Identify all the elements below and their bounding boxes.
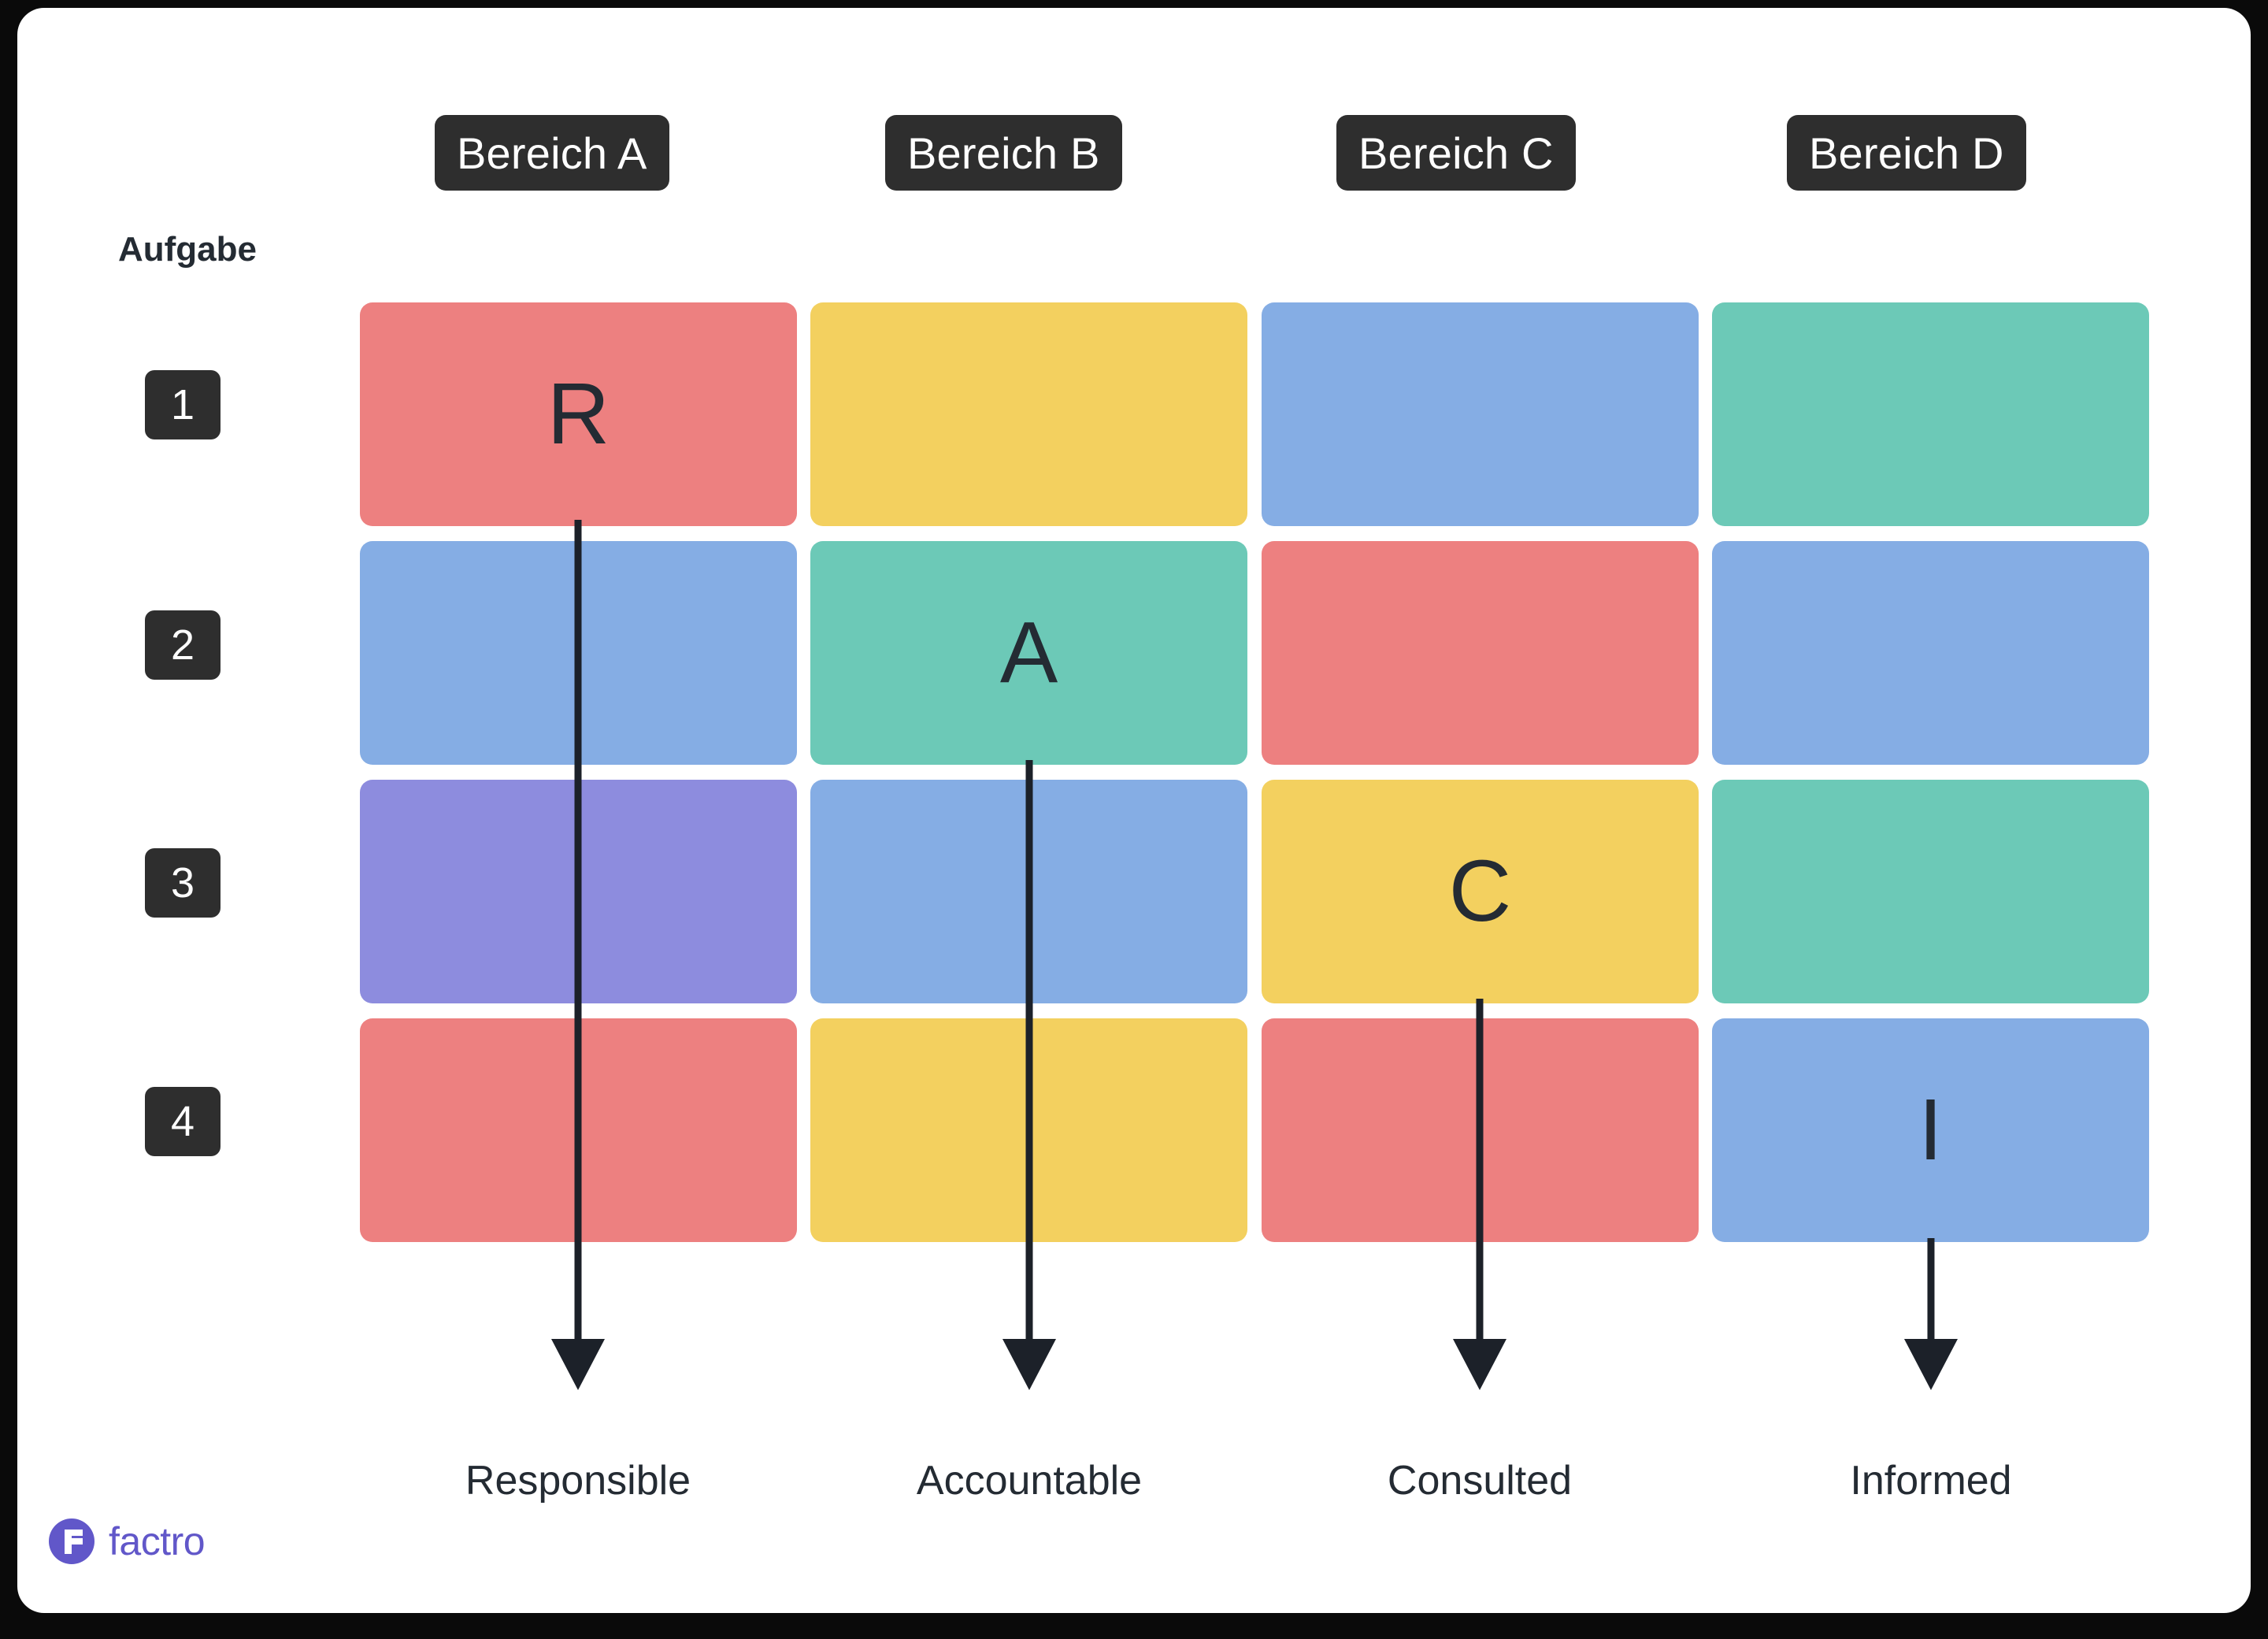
- matrix-cell-r4c1[interactable]: [360, 1018, 797, 1242]
- matrix-cell-r4c3[interactable]: [1262, 1018, 1699, 1242]
- row-axis-label: Aufgabe: [118, 230, 257, 269]
- column-header-label: Bereich D: [1809, 128, 2004, 178]
- matrix-cell-r4c2[interactable]: [810, 1018, 1247, 1242]
- matrix-cell-r1c4[interactable]: [1712, 302, 2149, 526]
- matrix-cell-r2c2[interactable]: A: [810, 541, 1247, 765]
- matrix-cell-r3c4[interactable]: [1712, 780, 2149, 1003]
- matrix-cell-letter: I: [1918, 1081, 1943, 1178]
- column-header-bereich-d[interactable]: Bereich D: [1787, 115, 2026, 191]
- matrix-cell-r1c2[interactable]: [810, 302, 1247, 526]
- column-header-bereich-a[interactable]: Bereich A: [435, 115, 669, 191]
- row-badge-label: 1: [170, 381, 195, 428]
- matrix-cell-letter: C: [1448, 843, 1512, 940]
- factro-wordmark: factro: [109, 1519, 206, 1563]
- column-header-label: Bereich C: [1358, 128, 1554, 178]
- row-badge-label: 2: [170, 621, 195, 669]
- matrix-cell-r3c1[interactable]: [360, 780, 797, 1003]
- legend-label-responsible: Responsible: [465, 1458, 691, 1504]
- matrix-cell-r1c1[interactable]: R: [360, 302, 797, 526]
- factro-logo[interactable]: factro: [49, 1518, 206, 1564]
- matrix-cell-r2c1[interactable]: [360, 541, 797, 765]
- screenshot-canvas: Bereich A Bereich B Bereich C Bereich D …: [0, 0, 2268, 1639]
- legend-label-consulted: Consulted: [1387, 1458, 1573, 1504]
- column-header-bereich-b[interactable]: Bereich B: [885, 115, 1122, 191]
- matrix-cell-letter: R: [547, 365, 610, 462]
- legend-label-accountable: Accountable: [916, 1458, 1143, 1504]
- row-badge-label: 4: [170, 1098, 195, 1145]
- matrix-cell-r2c4[interactable]: [1712, 541, 2149, 765]
- matrix-cell-r4c4[interactable]: I: [1712, 1018, 2149, 1242]
- matrix-cell-letter: A: [999, 604, 1058, 701]
- raci-matrix-card: Bereich A Bereich B Bereich C Bereich D …: [17, 8, 2251, 1613]
- legend-label-informed: Informed: [1850, 1458, 2012, 1504]
- row-badge-label: 3: [170, 859, 195, 907]
- factro-f-icon: [49, 1518, 94, 1564]
- column-header-bereich-c[interactable]: Bereich C: [1336, 115, 1576, 191]
- arrow-informed: [1904, 1238, 1958, 1390]
- row-badge-1: 1: [145, 370, 220, 439]
- row-badge-2: 2: [145, 610, 220, 680]
- matrix-cell-r3c2[interactable]: [810, 780, 1247, 1003]
- matrix-cell-r1c3[interactable]: [1262, 302, 1699, 526]
- row-badge-3: 3: [145, 848, 220, 918]
- column-header-label: Bereich B: [907, 128, 1100, 178]
- column-header-label: Bereich A: [457, 128, 647, 178]
- row-badge-4: 4: [145, 1087, 220, 1156]
- matrix-cell-r2c3[interactable]: [1262, 541, 1699, 765]
- matrix-cell-r3c3[interactable]: C: [1262, 780, 1699, 1003]
